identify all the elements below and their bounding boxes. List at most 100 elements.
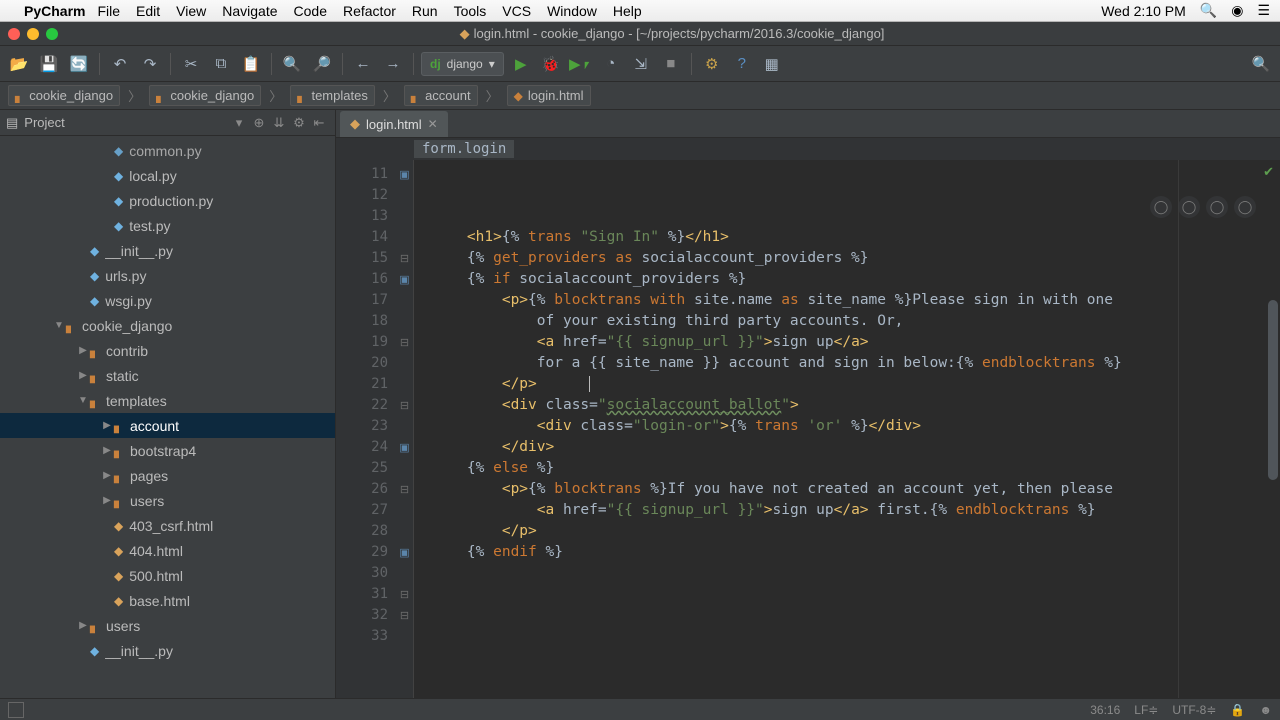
back-icon[interactable]: ←	[350, 51, 376, 77]
code-line[interactable]: <div class="login-or">{% trans 'or' %}</…	[432, 416, 1280, 437]
paste-icon[interactable]: 📋	[238, 51, 264, 77]
breadcrumb-item[interactable]: ▖account	[404, 85, 478, 106]
tree-file[interactable]: ◆__init__.py	[0, 638, 335, 663]
code-line[interactable]: </p>	[432, 521, 1280, 542]
line-separator[interactable]: LF≑	[1134, 703, 1158, 717]
code-line[interactable]: of your existing third party accounts. O…	[432, 311, 1280, 332]
line-number[interactable]: 30	[336, 563, 388, 584]
chevron-down-icon[interactable]: ▾	[229, 115, 249, 131]
line-number[interactable]: 25	[336, 458, 388, 479]
mac-menu-item[interactable]: View	[176, 3, 206, 19]
find-icon[interactable]: 🔍	[279, 51, 305, 77]
chevron-down-icon[interactable]: ▼	[76, 395, 90, 406]
code-line[interactable]: <div class="socialaccount_ballot">	[432, 395, 1280, 416]
fold-gutter-icon[interactable]: ⊟	[396, 479, 413, 500]
line-number[interactable]: 16	[336, 269, 388, 290]
i18n-gutter-icon[interactable]: ▣	[396, 269, 413, 290]
fold-gutter-icon[interactable]: ⊟	[396, 395, 413, 416]
line-number[interactable]: 17	[336, 290, 388, 311]
fold-gutter-icon[interactable]: ⊟	[396, 332, 413, 353]
editor-tab[interactable]: ◆ login.html ✕	[340, 111, 448, 137]
debug-button[interactable]: 🐞	[538, 51, 564, 77]
line-number[interactable]: 32	[336, 605, 388, 626]
project-tree[interactable]: ◆common.py◆local.py◆production.py◆test.p…	[0, 136, 335, 698]
code-line[interactable]: <h1>{% trans "Sign In" %}</h1>	[432, 227, 1280, 248]
window-zoom-button[interactable]	[46, 28, 58, 40]
chevron-down-icon[interactable]: ▼	[52, 320, 66, 331]
undo-icon[interactable]: ↶	[107, 51, 133, 77]
code-line[interactable]: {% get_providers as socialaccount_provid…	[432, 248, 1280, 269]
mac-menu-item[interactable]: Code	[294, 3, 327, 19]
gear-icon[interactable]: ⚙	[289, 115, 309, 131]
mac-menu-item[interactable]: VCS	[502, 3, 531, 19]
spotlight-icon[interactable]: 🔍	[1200, 2, 1217, 19]
profile-button[interactable]: ◔	[598, 51, 624, 77]
vertical-scrollbar[interactable]	[1268, 300, 1278, 480]
line-number[interactable]: 20	[336, 353, 388, 374]
fold-gutter-icon[interactable]: ⊟	[396, 605, 413, 626]
save-all-icon[interactable]: 💾	[36, 51, 62, 77]
tree-folder[interactable]: ▶▖account	[0, 413, 335, 438]
window-close-button[interactable]	[8, 28, 20, 40]
tree-folder[interactable]: ▼▖templates	[0, 388, 335, 413]
tree-folder[interactable]: ▶▖bootstrap4	[0, 438, 335, 463]
attach-button[interactable]: ⇲	[628, 51, 654, 77]
mac-menu-item[interactable]: Refactor	[343, 3, 396, 19]
hector-icon[interactable]: ☻	[1259, 703, 1272, 717]
structure-icon[interactable]: ▦	[759, 51, 785, 77]
copy-icon[interactable]: ⧉	[208, 51, 234, 77]
tree-file[interactable]: ◆urls.py	[0, 263, 335, 288]
line-number[interactable]: 14	[336, 227, 388, 248]
line-number[interactable]: 27	[336, 500, 388, 521]
chevron-right-icon[interactable]: ▶	[76, 620, 90, 631]
i18n-gutter-icon[interactable]: ▣	[396, 542, 413, 563]
tree-folder[interactable]: ▶▖users	[0, 488, 335, 513]
line-number-gutter[interactable]: 1112131415161718192021222324252627282930…	[336, 160, 396, 698]
help-icon[interactable]: ?	[729, 51, 755, 77]
chevron-right-icon[interactable]: ▶	[100, 470, 114, 481]
window-minimize-button[interactable]	[27, 28, 39, 40]
line-number[interactable]: 26	[336, 479, 388, 500]
chevron-right-icon[interactable]: ▶	[100, 420, 114, 431]
replace-icon[interactable]: 🔎	[309, 51, 335, 77]
project-view-icon[interactable]: ▤	[6, 115, 18, 131]
safari-icon[interactable]: ◯	[1206, 196, 1228, 218]
chrome-icon[interactable]: ◯	[1150, 196, 1172, 218]
code-editor[interactable]: <h1>{% trans "Sign In" %}</h1> {% get_pr…	[414, 160, 1280, 698]
tree-folder[interactable]: ▶▖contrib	[0, 338, 335, 363]
line-number[interactable]: 13	[336, 206, 388, 227]
i18n-gutter-icon[interactable]: ▣	[396, 164, 413, 185]
tree-file[interactable]: ◆production.py	[0, 188, 335, 213]
tree-folder[interactable]: ▼▖cookie_django	[0, 313, 335, 338]
tree-file[interactable]: ◆base.html	[0, 588, 335, 613]
tree-file[interactable]: ◆500.html	[0, 563, 335, 588]
code-line[interactable]: <a href="{{ signup_url }}">sign up</a> f…	[432, 500, 1280, 521]
breadcrumb-item[interactable]: ▖cookie_django	[8, 85, 120, 106]
code-line[interactable]: </div>	[432, 437, 1280, 458]
mac-menu-item[interactable]: Navigate	[222, 3, 277, 19]
line-number[interactable]: 22	[336, 395, 388, 416]
mac-menu-item[interactable]: Tools	[454, 3, 487, 19]
tool-windows-toggle-icon[interactable]	[8, 702, 24, 718]
code-line[interactable]: {% if socialaccount_providers %}	[432, 269, 1280, 290]
redo-icon[interactable]: ↷	[137, 51, 163, 77]
siri-icon[interactable]: ◉	[1231, 2, 1243, 19]
i18n-gutter-icon[interactable]: ▣	[396, 437, 413, 458]
line-number[interactable]: 33	[336, 626, 388, 647]
breadcrumb-item[interactable]: ▖templates	[290, 85, 375, 106]
file-encoding[interactable]: UTF-8≑	[1172, 703, 1216, 717]
tree-file[interactable]: ◆403_csrf.html	[0, 513, 335, 538]
hide-icon[interactable]: ⇤	[309, 115, 329, 131]
gutter-marks[interactable]: ▣⊟▣⊟⊟▣⊟▣⊟⊟	[396, 160, 414, 698]
tree-file[interactable]: ◆wsgi.py	[0, 288, 335, 313]
mac-menu-item[interactable]: Help	[613, 3, 642, 19]
tree-file[interactable]: ◆common.py	[0, 138, 335, 163]
fold-gutter-icon[interactable]: ⊟	[396, 248, 413, 269]
editor-context[interactable]: form.login	[414, 140, 514, 158]
line-number[interactable]: 11	[336, 164, 388, 185]
line-number[interactable]: 23	[336, 416, 388, 437]
tree-folder[interactable]: ▶▖pages	[0, 463, 335, 488]
settings-icon[interactable]: ⚙	[699, 51, 725, 77]
readonly-lock-icon[interactable]: 🔒	[1230, 703, 1245, 717]
tree-file[interactable]: ◆404.html	[0, 538, 335, 563]
